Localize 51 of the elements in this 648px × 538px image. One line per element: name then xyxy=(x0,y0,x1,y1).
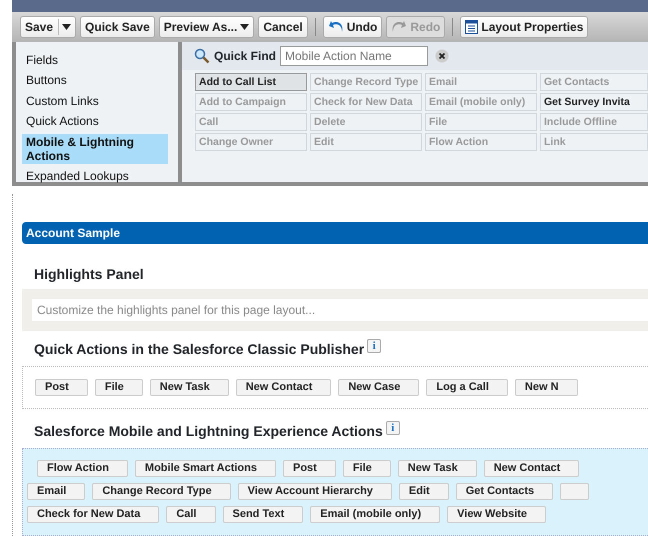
action-button[interactable]: Call xyxy=(166,506,216,523)
info-button[interactable]: i xyxy=(367,339,382,353)
toolbar-button[interactable]: Preview As... xyxy=(158,16,254,38)
action-button[interactable]: File xyxy=(342,460,391,477)
toolbar-button[interactable]: Layout Properties xyxy=(460,16,588,38)
action-button[interactable]: Change Record Type xyxy=(92,483,231,500)
action-button[interactable]: New Case xyxy=(338,379,420,396)
action-button[interactable]: Mobile Smart Actions xyxy=(134,460,276,477)
section-heading: Salesforce Mobile and Lightning Experience Actions xyxy=(34,423,383,439)
highlights-field[interactable]: Customize the highlights panel for this page layout... xyxy=(32,299,648,321)
sidebar-item[interactable]: Fields xyxy=(22,52,168,68)
caret-icon xyxy=(62,24,72,30)
action-button[interactable]: New N xyxy=(514,379,578,396)
info-button[interactable]: i xyxy=(386,421,400,435)
action-button[interactable]: Email xyxy=(27,483,86,500)
action-button[interactable]: Log a Call xyxy=(426,379,508,396)
action-button[interactable]: Edit xyxy=(398,483,449,500)
section-heading: Quick Actions in the Salesforce Classic Publisher xyxy=(34,341,364,357)
action-button[interactable]: Send Text xyxy=(222,506,304,523)
action-button[interactable]: New Contact xyxy=(484,460,580,477)
palette-item[interactable]: Add to Call List xyxy=(195,73,307,91)
action-button[interactable]: View Account Hierarchy xyxy=(238,483,392,500)
action-button[interactable]: Get Contacts xyxy=(456,483,554,500)
search-field[interactable]: Mobile Action Name xyxy=(280,46,428,66)
save-button[interactable]: Save xyxy=(20,16,76,38)
search-label: Quick Find xyxy=(214,48,276,65)
section-header: Account Sample xyxy=(22,222,648,244)
palette-item[interactable]: Get Survey Invita xyxy=(540,93,648,111)
section-heading: Highlights Panel xyxy=(33,265,145,284)
sidebar-item[interactable]: Quick Actions xyxy=(22,113,168,130)
sidebar-item[interactable]: Mobile & Lightning Actions xyxy=(22,134,168,164)
action-button[interactable]: Post xyxy=(282,460,336,477)
action-button[interactable]: Email (mobile only) xyxy=(310,506,440,523)
action-button[interactable]: Post xyxy=(35,379,88,396)
action-button[interactable]: Flow Action xyxy=(37,460,128,477)
search-icon xyxy=(194,48,210,64)
action-button[interactable]: New Task xyxy=(398,460,477,477)
sidebar-item[interactable]: Buttons xyxy=(22,72,168,89)
toolbar-button[interactable]: Cancel xyxy=(258,16,308,38)
action-button[interactable]: Check for New Data xyxy=(27,506,160,523)
sidebar-item[interactable]: Custom Links xyxy=(22,92,168,110)
clear-icon[interactable] xyxy=(435,49,450,63)
action-button[interactable]: View Website xyxy=(447,506,546,523)
table-icon xyxy=(465,20,478,34)
toolbar-button[interactable]: Undo xyxy=(322,16,382,38)
caret-icon xyxy=(240,24,250,30)
toolbar-button[interactable]: Quick Save xyxy=(80,16,155,38)
sidebar-item[interactable]: Expanded Lookups xyxy=(22,168,168,185)
action-button[interactable]: New Task xyxy=(150,379,229,396)
action-button[interactable]: New Contact xyxy=(236,379,332,396)
action-button[interactable]: File xyxy=(94,379,143,396)
